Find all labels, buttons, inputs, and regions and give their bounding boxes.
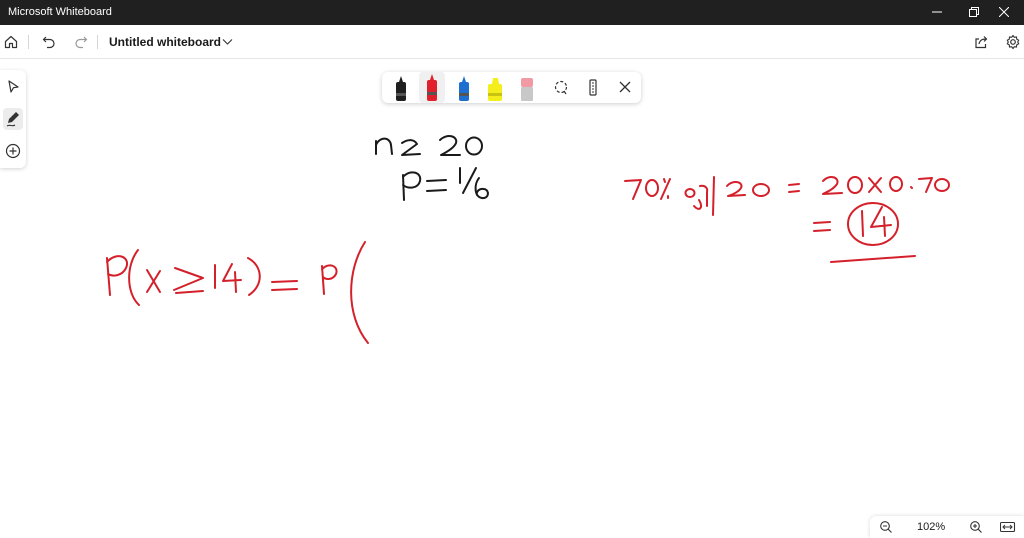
ink-stroke[interactable] <box>465 136 483 156</box>
ink-stroke[interactable] <box>402 171 422 201</box>
ink-stroke[interactable] <box>813 221 831 232</box>
ruler-icon <box>589 79 597 96</box>
ink-red <box>106 176 950 344</box>
yellow-highlighter[interactable] <box>482 72 508 103</box>
pen-tool[interactable] <box>3 108 23 130</box>
ink-stroke[interactable] <box>752 183 770 197</box>
left-tool-rail <box>0 70 26 168</box>
ink-stroke[interactable] <box>624 179 642 200</box>
ink-stroke[interactable] <box>271 280 298 291</box>
lasso-select-button[interactable] <box>549 72 573 103</box>
ink-stroke[interactable] <box>645 179 659 197</box>
ink-stroke[interactable] <box>788 183 800 193</box>
ink-stroke[interactable] <box>712 176 715 216</box>
fit-width-icon[interactable] <box>1000 521 1016 533</box>
ink-stroke[interactable] <box>889 176 903 192</box>
zoom-bar: 102% <box>870 516 1024 538</box>
ink-stroke[interactable] <box>660 178 671 200</box>
ink-stroke[interactable] <box>868 177 882 193</box>
ruler-button[interactable] <box>581 72 605 103</box>
ink-stroke[interactable] <box>426 179 447 192</box>
add-tool[interactable] <box>3 140 23 162</box>
ink-stroke[interactable] <box>439 135 461 156</box>
ink-stroke[interactable] <box>934 178 950 192</box>
highlighter-icon <box>488 78 502 101</box>
pen-tray <box>382 72 641 103</box>
ink-stroke[interactable] <box>128 249 140 306</box>
ink-stroke[interactable] <box>146 269 161 293</box>
ink-stroke[interactable] <box>106 255 129 296</box>
marker-icon <box>459 76 469 101</box>
ink-stroke[interactable] <box>247 257 261 296</box>
ink-stroke[interactable] <box>693 184 709 210</box>
zoom-in-icon[interactable] <box>969 520 983 534</box>
ink-stroke[interactable] <box>726 180 746 197</box>
ink-stroke[interactable] <box>462 167 477 194</box>
ink-stroke[interactable] <box>918 177 933 193</box>
blue-pen[interactable] <box>451 72 477 103</box>
ink-stroke[interactable] <box>861 210 864 237</box>
ink-stroke[interactable] <box>684 188 696 198</box>
ink-stroke[interactable] <box>474 177 489 200</box>
ink-stroke[interactable] <box>350 241 369 344</box>
ink-stroke[interactable] <box>870 206 892 237</box>
pink-eraser[interactable] <box>514 72 540 103</box>
ink-stroke[interactable] <box>222 263 242 293</box>
ink-stroke[interactable] <box>375 137 393 155</box>
ink-stroke[interactable] <box>822 176 843 195</box>
close-tray-button[interactable] <box>613 72 637 103</box>
black-pen[interactable] <box>388 72 414 103</box>
ink-black <box>375 135 489 201</box>
zoom-out-icon[interactable] <box>879 520 893 534</box>
select-tool[interactable] <box>3 76 23 98</box>
select-icon <box>8 80 19 93</box>
ink-stroke[interactable] <box>173 267 204 294</box>
ink-stroke[interactable] <box>401 139 421 156</box>
zoom-level[interactable]: 102% <box>917 521 945 533</box>
lasso-select-icon <box>554 80 568 95</box>
ink-stroke[interactable] <box>910 186 913 189</box>
marker-icon <box>427 74 437 101</box>
pen-icon <box>6 112 19 127</box>
add-icon <box>5 143 21 159</box>
eraser-icon <box>521 78 533 101</box>
close-icon <box>619 81 631 93</box>
ink-stroke[interactable] <box>830 255 916 263</box>
ink-stroke[interactable] <box>847 176 863 194</box>
ink-stroke[interactable] <box>321 264 338 295</box>
red-pen[interactable] <box>419 72 445 103</box>
marker-icon <box>396 76 406 101</box>
